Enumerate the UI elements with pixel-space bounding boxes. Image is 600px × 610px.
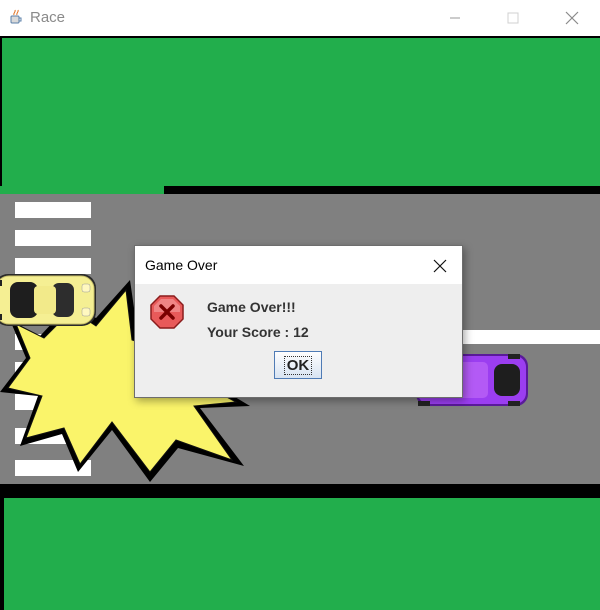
close-icon bbox=[433, 259, 447, 273]
java-cup-icon bbox=[8, 9, 24, 25]
score-text: Your Score : 12 bbox=[207, 324, 309, 340]
window-title: Race bbox=[30, 9, 66, 26]
window-titlebar: Race bbox=[0, 0, 600, 36]
dialog-title: Game Over bbox=[145, 257, 218, 273]
close-window-button[interactable] bbox=[549, 0, 595, 36]
ok-button[interactable]: OK bbox=[274, 351, 322, 379]
player-car bbox=[0, 274, 96, 326]
minimize-button[interactable] bbox=[432, 0, 478, 36]
ok-button-label: OK bbox=[283, 355, 313, 375]
dialog-close-button[interactable] bbox=[423, 252, 457, 280]
error-x-icon bbox=[149, 294, 185, 330]
maximize-button[interactable] bbox=[490, 0, 536, 36]
dialog-titlebar: Game Over bbox=[135, 246, 462, 284]
game-over-message: Game Over!!! bbox=[207, 299, 296, 315]
game-over-dialog: Game Over Game Over!!! Your Score : 12 O… bbox=[134, 245, 463, 398]
dialog-body: Game Over!!! Your Score : 12 OK bbox=[135, 284, 462, 397]
